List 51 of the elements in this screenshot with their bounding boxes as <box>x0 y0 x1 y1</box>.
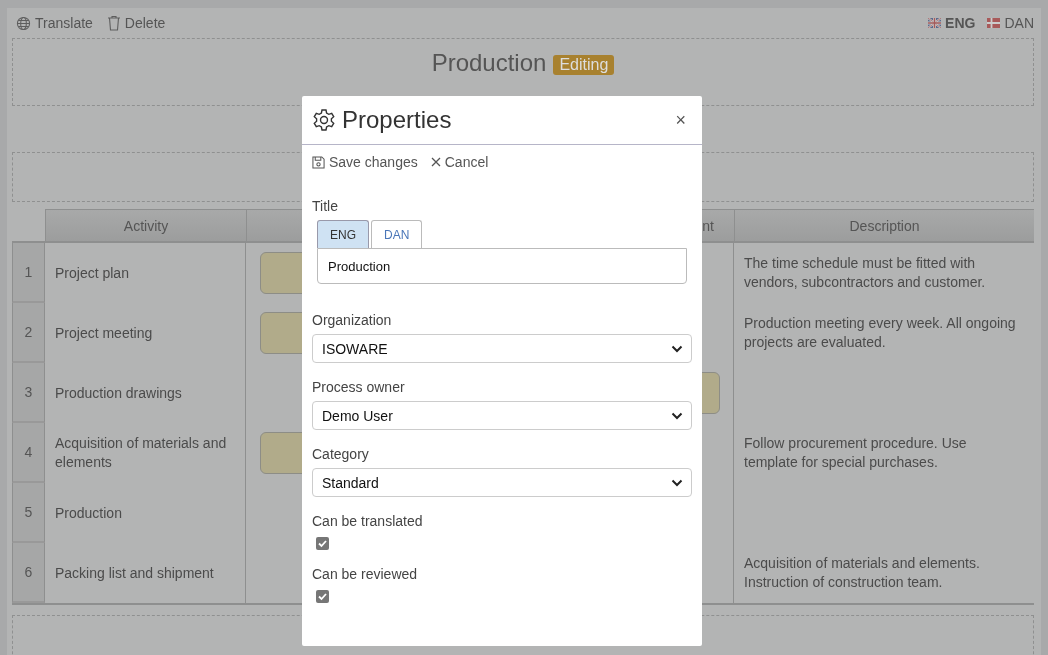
language-link[interactable]: DAN <box>987 15 1034 31</box>
status-badge: Editing <box>553 55 615 75</box>
cancel-button[interactable]: Cancel <box>430 154 489 170</box>
table-cell-text: Acquisition of materials and elements <box>54 434 228 472</box>
checkbox[interactable] <box>316 590 329 603</box>
table-cell-text: Production meeting every week. All ongoing projects are evaluated. <box>743 314 1017 352</box>
language-tab[interactable]: ENG <box>317 220 369 248</box>
chevron-down-icon <box>671 478 683 487</box>
language-tab[interactable]: DAN <box>371 220 423 248</box>
settings-icon <box>312 108 336 132</box>
close-icon <box>430 157 441 167</box>
select-field[interactable]: ISOWARE <box>312 334 692 363</box>
checkbox[interactable] <box>316 537 329 550</box>
select-field[interactable]: Demo User <box>312 401 692 430</box>
flag-icon <box>987 18 1001 28</box>
select-field[interactable]: Standard <box>312 468 692 497</box>
table-cell-text: Acquisition of materials and elements. Instruction of construction team. <box>743 554 981 592</box>
field-label: Process owner <box>312 379 406 397</box>
chevron-down-icon <box>671 344 683 353</box>
row-number: 5 <box>12 483 45 543</box>
table-cell-text: Follow procurement procedure. Use template for special purchases. <box>743 434 968 472</box>
column-header: Description <box>734 209 1034 243</box>
close-button[interactable]: × <box>671 109 690 131</box>
table-cell-text: Production <box>54 503 123 523</box>
field-label: Title <box>312 198 339 216</box>
table-cell-text: Project plan <box>54 263 130 283</box>
field-label: Can be translated <box>312 513 424 531</box>
chevron-down-icon <box>671 411 683 420</box>
language-link[interactable]: ENG <box>928 15 976 31</box>
table-cell-text: Project meeting <box>54 323 154 343</box>
table-cell-text: Packing list and shipment <box>54 563 215 583</box>
field-label: Category <box>312 446 370 464</box>
table-cell-text: Production drawings <box>54 383 183 403</box>
table-cell-text: The time schedule must be fitted with vendors, subcontractors and customer. <box>743 254 987 292</box>
process-title: Production <box>431 49 547 77</box>
row-number: 6 <box>12 543 45 603</box>
field-label: Organization <box>312 312 393 330</box>
save-button[interactable]: Save changes <box>312 154 418 170</box>
column-header: Activity <box>45 209 246 243</box>
dialog-title: Properties <box>342 106 453 134</box>
trash-icon <box>106 15 121 31</box>
flag-icon <box>928 18 942 28</box>
row-number: 4 <box>12 423 45 483</box>
row-number: 2 <box>12 303 45 363</box>
row-number: 1 <box>12 243 45 303</box>
delete-button[interactable]: Delete <box>106 15 166 31</box>
globe-icon <box>16 15 31 31</box>
field-label: Can be reviewed <box>312 566 419 584</box>
row-number: 3 <box>12 363 45 423</box>
translate-button[interactable]: Translate <box>16 15 93 31</box>
title-input[interactable]: Production <box>317 248 687 284</box>
